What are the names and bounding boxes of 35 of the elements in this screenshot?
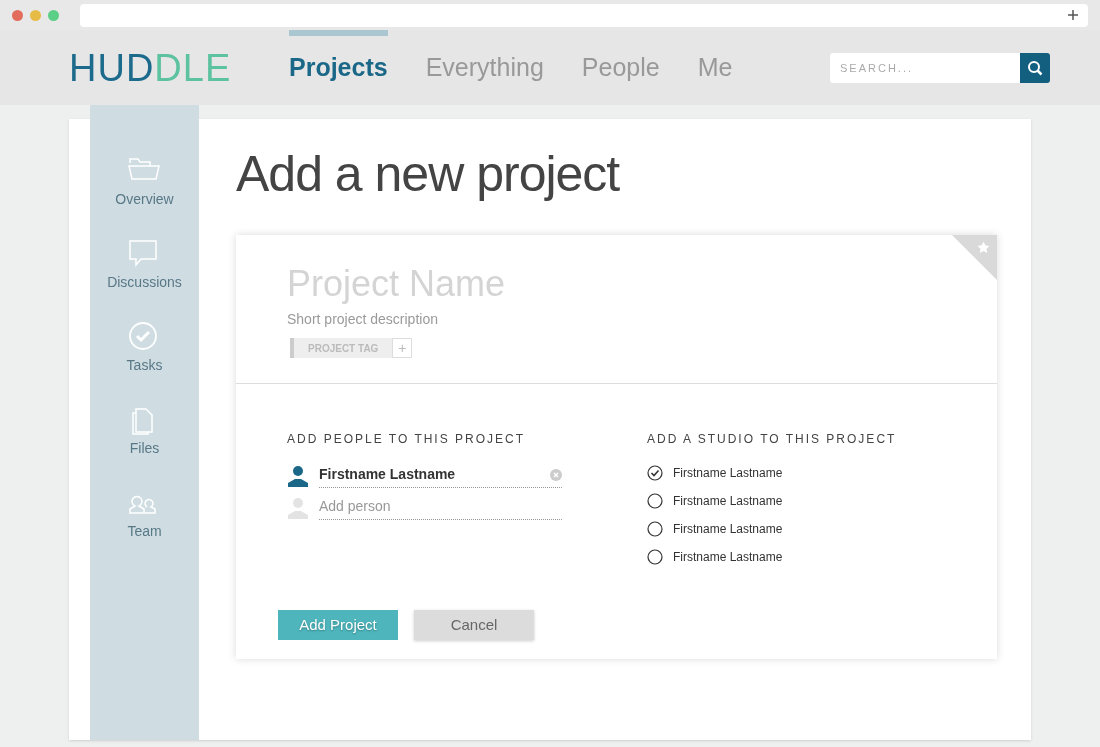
sidebar-item[interactable]: Team <box>127 521 162 542</box>
cancel-button[interactable]: Cancel <box>414 610 534 640</box>
option-label: Firstname Lastname <box>673 493 783 510</box>
radio-button[interactable] <box>647 549 663 565</box>
section-heading: ADD PEOPLE TO THIS PROJECT <box>287 431 527 448</box>
person-icon <box>287 497 309 519</box>
option-label: Firstname Lastname <box>673 549 783 566</box>
person-name: Firstname Lastname <box>319 465 457 484</box>
option-label: Firstname Lastname <box>673 465 783 482</box>
remove-icon[interactable] <box>550 468 562 481</box>
sidebar-item[interactable]: Files <box>129 438 160 459</box>
option-label: Firstname Lastname <box>673 521 783 538</box>
plus-icon[interactable] <box>1068 10 1078 20</box>
person-icon <box>287 465 309 487</box>
star-icon <box>977 241 990 254</box>
radio-button[interactable] <box>647 493 663 509</box>
nav-tab[interactable]: Projects <box>289 30 388 105</box>
nav-tab[interactable]: Me <box>697 30 733 105</box>
radio-button[interactable] <box>647 465 663 481</box>
radio-button[interactable] <box>647 521 663 537</box>
search-field[interactable]: SEARCH... <box>830 52 1020 83</box>
nav-tab[interactable]: Everything <box>425 30 544 105</box>
add-person-field[interactable]: Add person <box>319 496 562 520</box>
nav-tab[interactable]: People <box>581 30 660 105</box>
page-title: Add a new project <box>236 149 621 199</box>
search-icon <box>1027 59 1043 76</box>
sidebar-item[interactable]: Tasks <box>126 355 163 376</box>
section-heading: ADD A STUDIO TO THIS PROJECT <box>647 431 897 448</box>
sidebar-item[interactable]: Overview <box>115 189 174 210</box>
add-tag-button[interactable]: + <box>392 338 413 358</box>
description-field[interactable]: Short project description <box>287 309 787 330</box>
add-project-button[interactable]: Add Project <box>278 610 398 640</box>
sidebar-item[interactable]: Discussions <box>107 272 182 293</box>
search-button[interactable] <box>1020 52 1050 83</box>
logo[interactable]: HUDDLE <box>69 48 289 87</box>
